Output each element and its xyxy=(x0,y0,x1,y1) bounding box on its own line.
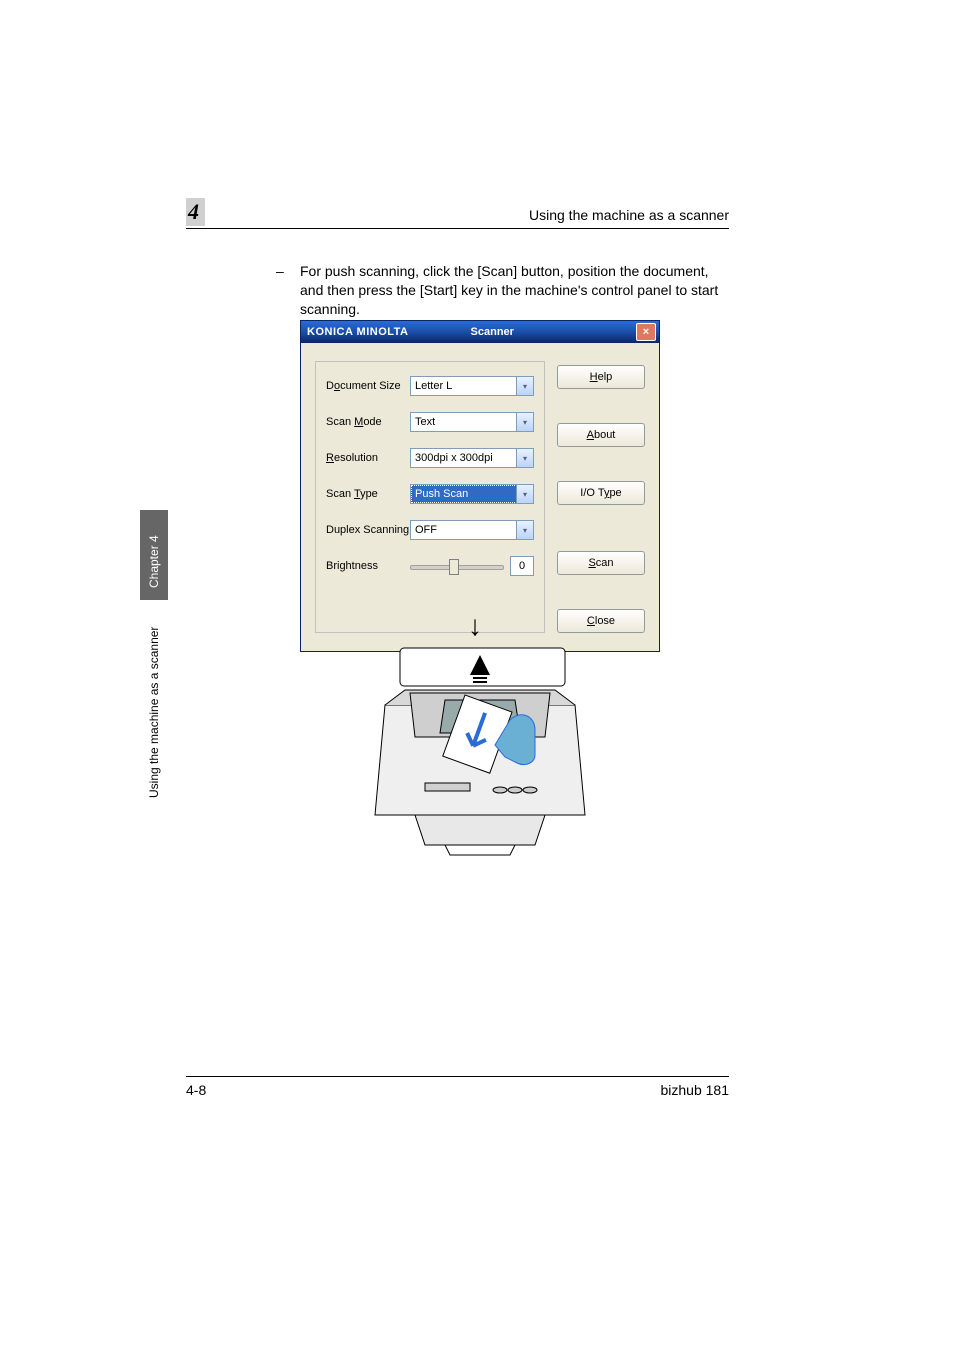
scanner-dialog: KONICA MINOLTA Scanner × Document Size L… xyxy=(300,320,660,652)
resolution-select[interactable]: 300dpi x 300dpi ▾ xyxy=(410,448,534,468)
close-button[interactable]: Close xyxy=(557,609,645,633)
chevron-down-icon[interactable]: ▾ xyxy=(516,413,533,431)
document-size-value: Letter L xyxy=(415,380,452,392)
slider-thumb[interactable] xyxy=(449,559,459,575)
scan-type-value: Push Scan xyxy=(415,488,468,500)
duplex-select[interactable]: OFF ▾ xyxy=(410,520,534,540)
brightness-value: 0 xyxy=(510,556,534,576)
chapter-number: 4 xyxy=(186,198,205,226)
iotype-button[interactable]: I/O Type xyxy=(557,481,645,505)
arrow-down-icon: ↓ xyxy=(468,610,482,642)
page-number: 4-8 xyxy=(186,1082,206,1098)
bullet-dash: – xyxy=(276,262,284,281)
label-duplex: Duplex Scanning xyxy=(326,524,410,536)
label-scan-mode: Scan Mode xyxy=(326,416,410,428)
dialog-brand: KONICA MINOLTA xyxy=(307,326,409,338)
product-name: bizhub 181 xyxy=(660,1082,729,1098)
label-scan-type: Scan Type xyxy=(326,488,410,500)
side-tab: Chapter 4 Using the machine as a scanner xyxy=(140,510,168,810)
label-resolution: Resolution xyxy=(326,452,410,464)
button-panel: Help About I/O Type Scan Close xyxy=(557,361,645,633)
printer-illustration xyxy=(355,645,605,860)
chevron-down-icon[interactable]: ▾ xyxy=(516,449,533,467)
resolution-value: 300dpi x 300dpi xyxy=(415,452,493,464)
body-paragraph: – For push scanning, click the [Scan] bu… xyxy=(300,262,729,319)
scan-mode-select[interactable]: Text ▾ xyxy=(410,412,534,432)
section-title: Using the machine as a scanner xyxy=(529,207,729,223)
scan-mode-value: Text xyxy=(415,416,435,428)
chevron-down-icon[interactable]: ▾ xyxy=(516,521,533,539)
scan-button[interactable]: Scan xyxy=(557,551,645,575)
document-size-select[interactable]: Letter L ▾ xyxy=(410,376,534,396)
header-rule xyxy=(186,228,729,229)
chevron-down-icon[interactable]: ▾ xyxy=(516,485,533,503)
close-icon[interactable]: × xyxy=(636,323,656,341)
label-document-size: Document Size xyxy=(326,380,410,392)
dialog-title: Scanner xyxy=(471,326,514,338)
duplex-value: OFF xyxy=(415,524,437,536)
brightness-slider[interactable] xyxy=(410,559,504,573)
help-button[interactable]: Help xyxy=(557,365,645,389)
paragraph-text: For push scanning, click the [Scan] butt… xyxy=(300,263,718,317)
side-tab-chapter: Chapter 4 xyxy=(147,535,161,588)
about-button[interactable]: About xyxy=(557,423,645,447)
scan-type-select[interactable]: Push Scan ▾ xyxy=(410,484,534,504)
chevron-down-icon[interactable]: ▾ xyxy=(516,377,533,395)
footer-rule xyxy=(186,1076,729,1077)
settings-panel: Document Size Letter L ▾ Scan Mode Text … xyxy=(315,361,545,633)
dialog-titlebar: KONICA MINOLTA Scanner × xyxy=(301,321,659,343)
side-tab-title: Using the machine as a scanner xyxy=(147,627,161,798)
label-brightness: Brightness xyxy=(326,560,410,572)
